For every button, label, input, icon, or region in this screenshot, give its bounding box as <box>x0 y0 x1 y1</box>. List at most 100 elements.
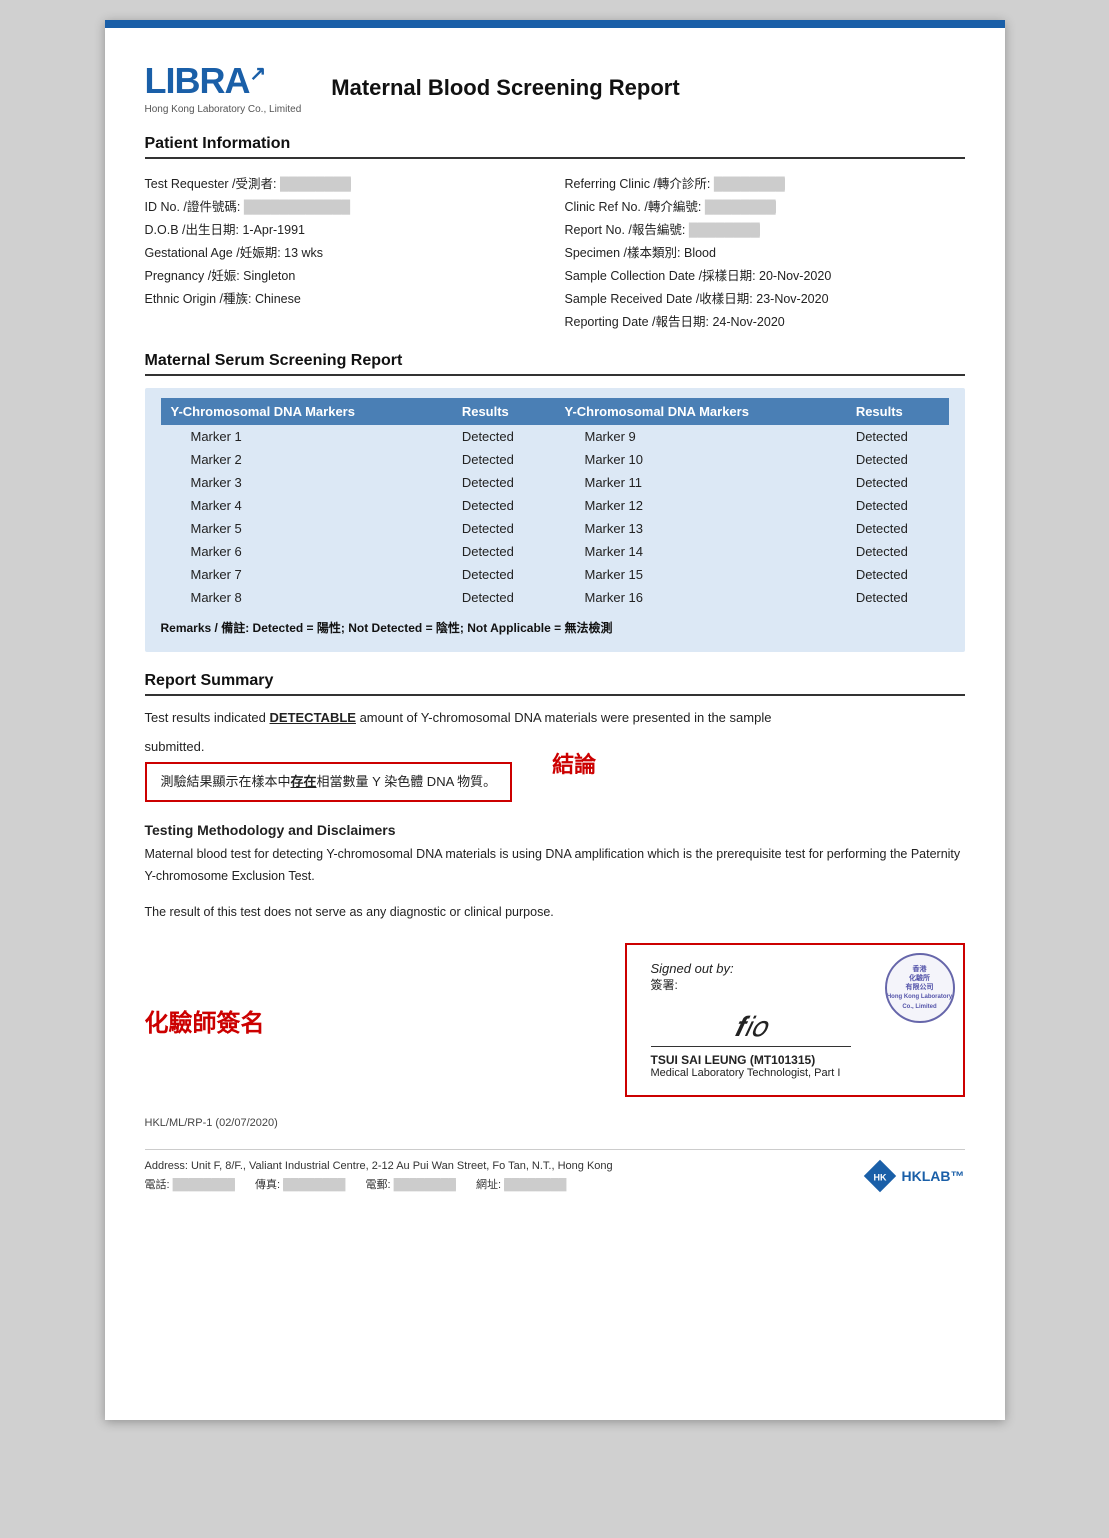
marker-left: Marker 7 <box>161 563 452 586</box>
conclusion-label: 結論 <box>552 747 596 779</box>
field-value: ████████ <box>689 223 760 237</box>
field-label: Clinic Ref No. /轉介編號: <box>565 200 705 214</box>
signature-graphic: 𝒇𝑖𝑜 <box>651 1007 851 1047</box>
marker-right: Marker 10 <box>554 448 845 471</box>
marker-right: Marker 12 <box>554 494 845 517</box>
methodology-title: Testing Methodology and Disclaimers <box>145 822 965 838</box>
table-row: Marker 2 Detected Marker 10 Detected <box>161 448 949 471</box>
report-title: Maternal Blood Screening Report <box>331 75 679 101</box>
report-summary-header: Report Summary <box>145 672 965 696</box>
footer-address: Address: Unit F, 8/F., Valiant Industria… <box>145 1149 965 1194</box>
field-value: ████████ <box>714 177 785 191</box>
screening-table-wrapper: Y-Chromosomal DNA Markers Results Y-Chro… <box>145 388 965 652</box>
company-stamp: 香港化驗所有限公司Hong Kong LaboratoryCo., Limite… <box>885 953 955 1023</box>
table-row: Marker 3 Detected Marker 11 Detected <box>161 471 949 494</box>
footer-ref: HKL/ML/RP-1 (02/07/2020) <box>145 1117 965 1129</box>
marker-left: Marker 3 <box>161 471 452 494</box>
field-label: Sample Collection Date /採樣日期: <box>565 269 760 283</box>
signed-chinese: 簽署: <box>651 976 678 993</box>
result-left: Detected <box>452 586 555 609</box>
field-label: Pregnancy /妊娠: <box>145 269 244 283</box>
summary-text: Test results indicated DETECTABLE amount… <box>145 708 965 729</box>
info-row-received: Sample Received Date /收樣日期: 23-Nov-2020 <box>565 286 965 309</box>
box-underline: 存在 <box>291 774 317 789</box>
signature-section: 化驗師簽名 香港化驗所有限公司Hong Kong LaboratoryCo., … <box>145 943 965 1097</box>
svg-text:HK: HK <box>873 1173 886 1183</box>
marker-left: Marker 2 <box>161 448 452 471</box>
result-left: Detected <box>452 494 555 517</box>
info-row-gestational: Gestational Age /妊娠期: 13 wks <box>145 240 545 263</box>
marker-left: Marker 1 <box>161 425 452 448</box>
field-label: D.O.B /出生日期: <box>145 223 243 237</box>
table-row: Marker 6 Detected Marker 14 Detected <box>161 540 949 563</box>
signature-box: 香港化驗所有限公司Hong Kong LaboratoryCo., Limite… <box>625 943 965 1097</box>
field-value: ████████████ <box>244 200 350 214</box>
field-label: Sample Received Date /收樣日期: <box>565 292 757 306</box>
result-right: Detected <box>846 563 949 586</box>
stamp-text: 香港化驗所有限公司Hong Kong LaboratoryCo., Limite… <box>887 965 952 1012</box>
summary-submitted: submitted. <box>145 737 513 758</box>
field-value: 13 wks <box>284 246 323 260</box>
result-right: Detected <box>846 540 949 563</box>
hklab-text: HKLAB™ <box>902 1168 965 1184</box>
info-row-reporting: Reporting Date /報告日期: 24-Nov-2020 <box>565 309 965 332</box>
info-row: ID No. /證件號碼: ████████████ <box>145 194 545 217</box>
summary-line1: Test results indicated <box>145 710 270 725</box>
report-summary-section: Report Summary Test results indicated DE… <box>145 672 965 802</box>
serum-section: Maternal Serum Screening Report Y-Chromo… <box>145 352 965 652</box>
header: LIBRA↗ Hong Kong Laboratory Co., Limited… <box>145 60 965 115</box>
marker-left: Marker 6 <box>161 540 452 563</box>
col1-header: Y-Chromosomal DNA Markers <box>161 398 452 425</box>
summary-box-row: submitted. 測驗結果顯示在樣本中存在相當數量 Y 染色體 DNA 物質… <box>145 737 965 803</box>
info-row-ethnic: Ethnic Origin /種族: Chinese <box>145 286 545 309</box>
result-right: Detected <box>846 471 949 494</box>
field-value: Blood <box>684 246 716 260</box>
box-line2: 相當數量 Y 染色體 DNA 物質。 <box>317 774 497 789</box>
field-label: Gestational Age /妊娠期: <box>145 246 285 260</box>
table-row: Marker 7 Detected Marker 15 Detected <box>161 563 949 586</box>
result-right: Detected <box>846 494 949 517</box>
address-text: Address: Unit F, 8/F., Valiant Industria… <box>145 1160 613 1172</box>
marker-left: Marker 4 <box>161 494 452 517</box>
marker-left: Marker 8 <box>161 586 452 609</box>
field-value: Chinese <box>255 292 301 306</box>
marker-right: Marker 9 <box>554 425 845 448</box>
field-value: 1-Apr-1991 <box>242 223 305 237</box>
libra-logo: LIBRA↗ <box>145 60 266 102</box>
marker-right: Marker 11 <box>554 471 845 494</box>
table-row: Marker 5 Detected Marker 13 Detected <box>161 517 949 540</box>
logo-area: LIBRA↗ Hong Kong Laboratory Co., Limited <box>145 60 302 115</box>
marker-right: Marker 14 <box>554 540 845 563</box>
result-left: Detected <box>452 425 555 448</box>
info-row-pregnancy: Pregnancy /妊娠: Singleton <box>145 263 545 286</box>
col2-header: Results <box>452 398 555 425</box>
field-label: Referring Clinic /轉介診所: <box>565 177 714 191</box>
info-row-dob: D.O.B /出生日期: 1-Apr-1991 <box>145 217 545 240</box>
footer-phone2: 傳真: ████████ <box>255 1176 345 1192</box>
signed-out-label: Signed out by: <box>651 961 734 976</box>
result-right: Detected <box>846 586 949 609</box>
col4-header: Results <box>846 398 949 425</box>
footer-address-block: Address: Unit F, 8/F., Valiant Industria… <box>145 1160 613 1192</box>
detectable-word: DETECTABLE <box>270 710 356 725</box>
result-left: Detected <box>452 471 555 494</box>
result-right: Detected <box>846 517 949 540</box>
result-left: Detected <box>452 517 555 540</box>
methodology-para2: The result of this test does not serve a… <box>145 902 965 923</box>
patient-fields-left: Test Requester /受測者: ████████ ID No. /證件… <box>145 171 545 332</box>
remarks: Remarks / 備註: Detected = 陽性; Not Detecte… <box>161 619 949 636</box>
info-row: Test Requester /受測者: ████████ <box>145 171 545 194</box>
screening-table: Y-Chromosomal DNA Markers Results Y-Chro… <box>161 398 949 609</box>
marker-right: Marker 15 <box>554 563 845 586</box>
signer-title: Medical Laboratory Technologist, Part I <box>651 1067 841 1079</box>
patient-grid: Test Requester /受測者: ████████ ID No. /證件… <box>145 171 965 332</box>
footer-email: 電郵: ████████ <box>365 1176 455 1192</box>
table-row: Marker 1 Detected Marker 9 Detected <box>161 425 949 448</box>
info-row: Report No. /報告編號: ████████ <box>565 217 965 240</box>
field-label: Specimen /樣本類別: <box>565 246 684 260</box>
summary-box: 測驗結果顯示在樣本中存在相當數量 Y 染色體 DNA 物質。 <box>145 762 513 803</box>
table-row: Marker 4 Detected Marker 12 Detected <box>161 494 949 517</box>
methodology-para1: Maternal blood test for detecting Y-chro… <box>145 844 965 887</box>
field-label: Ethnic Origin /種族: <box>145 292 255 306</box>
field-label: Test Requester /受測者: <box>145 177 280 191</box>
